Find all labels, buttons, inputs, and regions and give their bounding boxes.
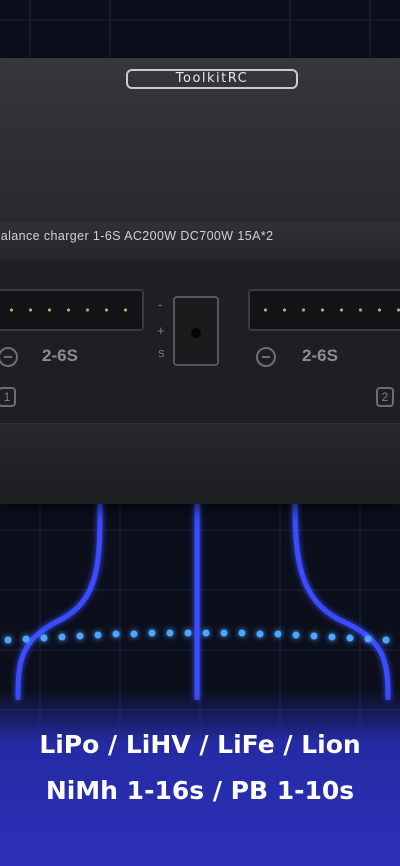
charger-base [0, 423, 400, 504]
minus-icon [256, 347, 276, 367]
spec-label: Balance charger 1-6S AC200W DC700W 15A*2 [0, 229, 274, 243]
power-socket [173, 296, 219, 366]
socket-hole [191, 328, 201, 338]
charger-device: ToolkitRC Balance charger 1-6S AC200W DC… [0, 58, 400, 504]
balance-pins [256, 308, 400, 312]
balance-port-1 [0, 289, 144, 331]
charger-lid: ToolkitRC [0, 58, 400, 224]
port-2-number: 2 [376, 387, 394, 407]
balance-pins [2, 308, 136, 312]
caption-band: LiPo / LiHV / LiFe / Lion NiMh 1-16s / P… [0, 690, 400, 866]
port-1-cells: 2-6S [42, 346, 78, 365]
socket-plus-sign: + [157, 323, 165, 338]
minus-icon [0, 347, 18, 367]
brand-logo: ToolkitRC [126, 69, 298, 89]
spec-strip: Balance charger 1-6S AC200W DC700W 15A*2 [0, 223, 400, 261]
port-panel: 2-6S 1 - + S 2-6S 2 [0, 261, 400, 423]
port-2-cells: 2-6S [302, 346, 338, 365]
balance-port-2 [248, 289, 400, 331]
caption-line-2: NiMh 1-16s / PB 1-10s [45, 776, 355, 805]
socket-signal-sign: S [158, 349, 165, 360]
port-1-number: 1 [0, 387, 16, 407]
socket-minus-sign: - [158, 297, 163, 312]
glow-traces [15, 502, 391, 701]
caption-line-1: LiPo / LiHV / LiFe / Lion [39, 730, 361, 759]
